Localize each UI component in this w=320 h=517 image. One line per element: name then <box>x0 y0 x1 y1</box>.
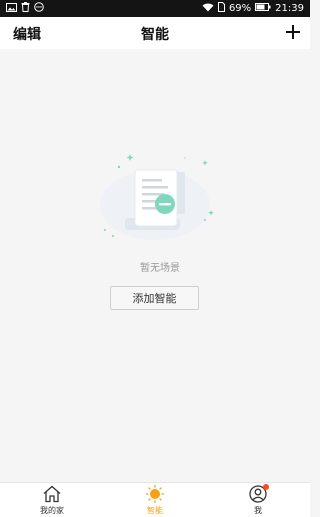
empty-document-illustration <box>95 150 215 245</box>
more-circle-icon <box>34 2 44 15</box>
tab-home-label: 我的家 <box>40 506 64 515</box>
battery-percent: 69% <box>228 3 252 14</box>
plus-icon[interactable] <box>284 23 302 41</box>
tab-smart[interactable]: 智能 <box>125 485 185 517</box>
clock: 21:39 <box>275 3 304 14</box>
sim-icon <box>217 2 225 15</box>
sun-icon <box>145 485 165 503</box>
status-bar: 69% 21:39 <box>0 0 310 17</box>
page-title: 智能 <box>141 27 169 43</box>
status-left-icons <box>6 2 44 15</box>
tab-home[interactable]: 我的家 <box>22 485 82 517</box>
tab-smart-label: 智能 <box>147 506 163 515</box>
tab-me[interactable]: 我 <box>228 484 288 517</box>
notification-badge <box>263 484 269 490</box>
trash-icon <box>21 2 30 15</box>
wifi-icon <box>202 3 214 15</box>
add-smart-button[interactable]: 添加智能 <box>110 286 199 310</box>
profile-icon <box>248 484 269 503</box>
battery-icon <box>255 3 271 14</box>
image-icon <box>6 2 17 15</box>
edit-button[interactable]: 编辑 <box>13 24 41 44</box>
app-header: 编辑 智能 <box>0 17 310 49</box>
bottom-tab-bar: 我的家 智能 我 <box>0 482 310 517</box>
tab-me-label: 我 <box>254 506 262 515</box>
home-icon <box>42 485 62 503</box>
status-right-icons: 69% 21:39 <box>202 2 304 15</box>
empty-state-message: 暂无场景 <box>140 263 180 274</box>
